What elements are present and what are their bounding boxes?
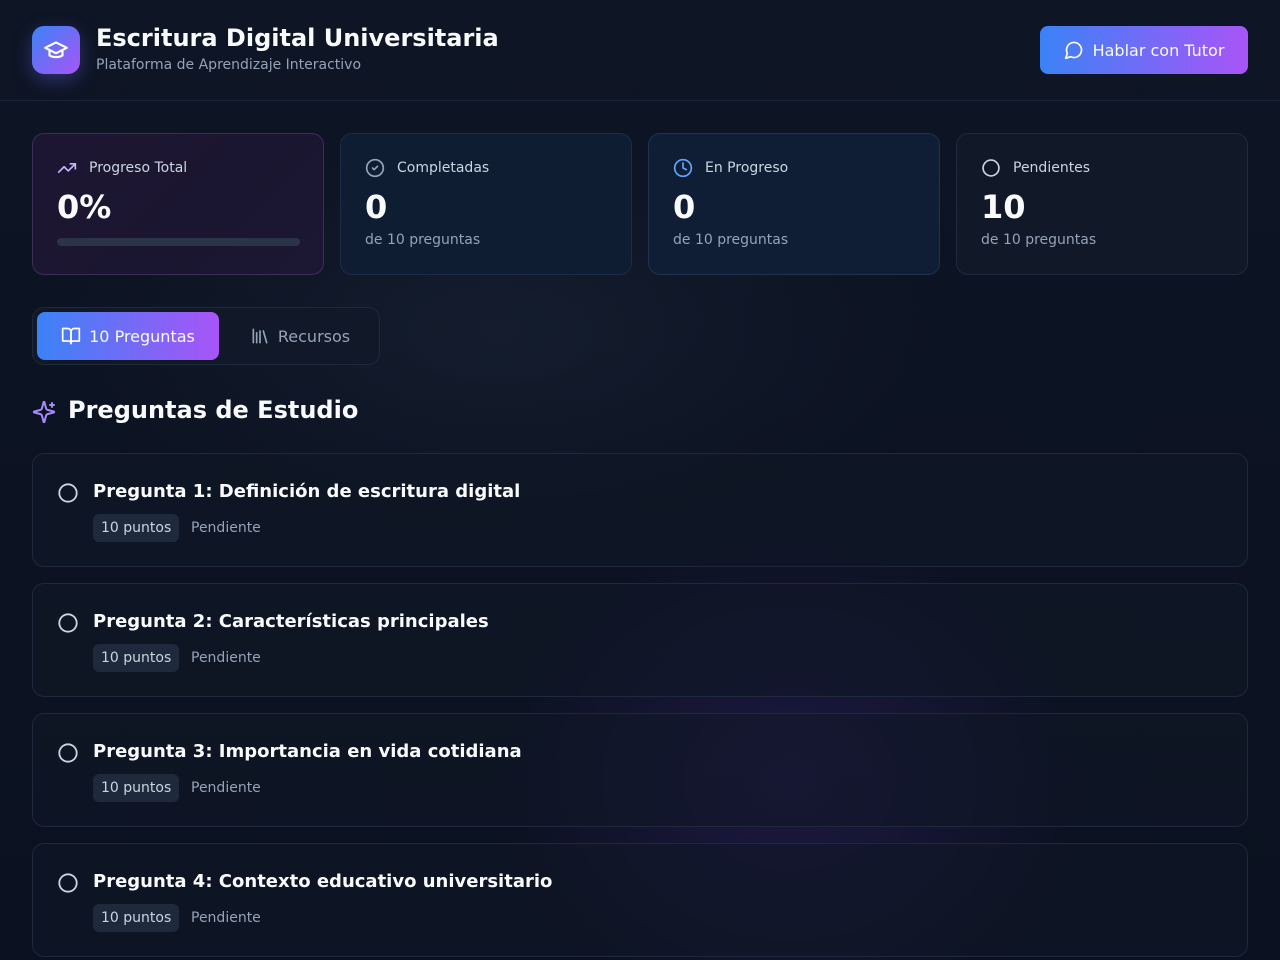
stat-card-total-progress: Progreso Total 0% xyxy=(32,133,324,275)
question-status: Pendiente xyxy=(191,910,261,926)
question-title: Pregunta 3: Importancia en vida cotidian… xyxy=(93,741,522,762)
question-card[interactable]: Pregunta 4: Contexto educativo universit… xyxy=(32,843,1248,957)
pending-circle-icon xyxy=(58,613,78,633)
question-card[interactable]: Pregunta 3: Importancia en vida cotidian… xyxy=(32,713,1248,827)
stat-card-in-progress: En Progreso 0 de 10 preguntas xyxy=(648,133,940,275)
app-subtitle: Plataforma de Aprendizaje Interactivo xyxy=(96,57,362,73)
question-card[interactable]: Pregunta 2: Características principales … xyxy=(32,583,1248,697)
total-progress-bar xyxy=(57,238,300,246)
stat-value: 10 xyxy=(981,188,1026,226)
stat-sub: de 10 preguntas xyxy=(673,232,789,248)
talk-to-tutor-label: Hablar con Tutor xyxy=(1092,40,1225,60)
circle-icon xyxy=(982,159,1000,177)
stat-sub: de 10 preguntas xyxy=(981,232,1097,248)
stat-card-pending: Pendientes 10 de 10 preguntas xyxy=(956,133,1248,275)
app-header: Escritura Digital Universitaria Platafor… xyxy=(0,0,1280,101)
tab-questions[interactable]: 10 Preguntas xyxy=(37,312,219,360)
question-title: Pregunta 4: Contexto educativo universit… xyxy=(93,871,553,892)
pending-circle-icon xyxy=(58,743,78,763)
stat-value: 0 xyxy=(365,188,388,226)
graduation-cap-icon xyxy=(44,41,68,59)
clock-icon xyxy=(673,158,693,178)
points-badge: 10 puntos xyxy=(93,904,180,932)
stat-label: Completadas xyxy=(397,160,490,176)
tab-label: 10 Preguntas xyxy=(89,326,195,346)
library-icon xyxy=(252,328,268,344)
points-badge: 10 puntos xyxy=(93,644,180,672)
sparkles-icon xyxy=(32,400,56,424)
talk-to-tutor-button[interactable]: Hablar con Tutor xyxy=(1040,26,1248,74)
stat-label: En Progreso xyxy=(705,160,789,176)
chat-bubble-icon xyxy=(1064,41,1082,60)
stat-label: Progreso Total xyxy=(89,160,188,176)
stat-card-completed: Completadas 0 de 10 preguntas xyxy=(340,133,632,275)
stat-sub: de 10 preguntas xyxy=(365,232,481,248)
question-title: Pregunta 1: Definición de escritura digi… xyxy=(93,481,521,502)
tab-resources[interactable]: Recursos xyxy=(235,312,365,360)
trending-up-icon xyxy=(57,163,77,173)
tab-bar: 10 Preguntas Recursos xyxy=(32,307,380,365)
pending-circle-icon xyxy=(58,483,78,503)
app-logo xyxy=(32,26,80,74)
question-status: Pendiente xyxy=(191,520,261,536)
points-badge: 10 puntos xyxy=(93,774,180,802)
question-title: Pregunta 2: Características principales xyxy=(93,611,489,632)
stat-value: 0% xyxy=(57,188,112,226)
section-title: Preguntas de Estudio xyxy=(68,396,359,424)
question-card[interactable]: Pregunta 1: Definición de escritura digi… xyxy=(32,453,1248,567)
tab-label: Recursos xyxy=(277,326,351,346)
pending-circle-icon xyxy=(58,873,78,893)
question-status: Pendiente xyxy=(191,780,261,796)
app-title: Escritura Digital Universitaria xyxy=(96,24,499,52)
question-status: Pendiente xyxy=(191,650,261,666)
stat-label: Pendientes xyxy=(1013,160,1091,176)
points-badge: 10 puntos xyxy=(93,514,180,542)
book-open-icon xyxy=(61,327,81,345)
stat-value: 0 xyxy=(673,188,696,226)
check-circle-icon xyxy=(365,158,385,178)
